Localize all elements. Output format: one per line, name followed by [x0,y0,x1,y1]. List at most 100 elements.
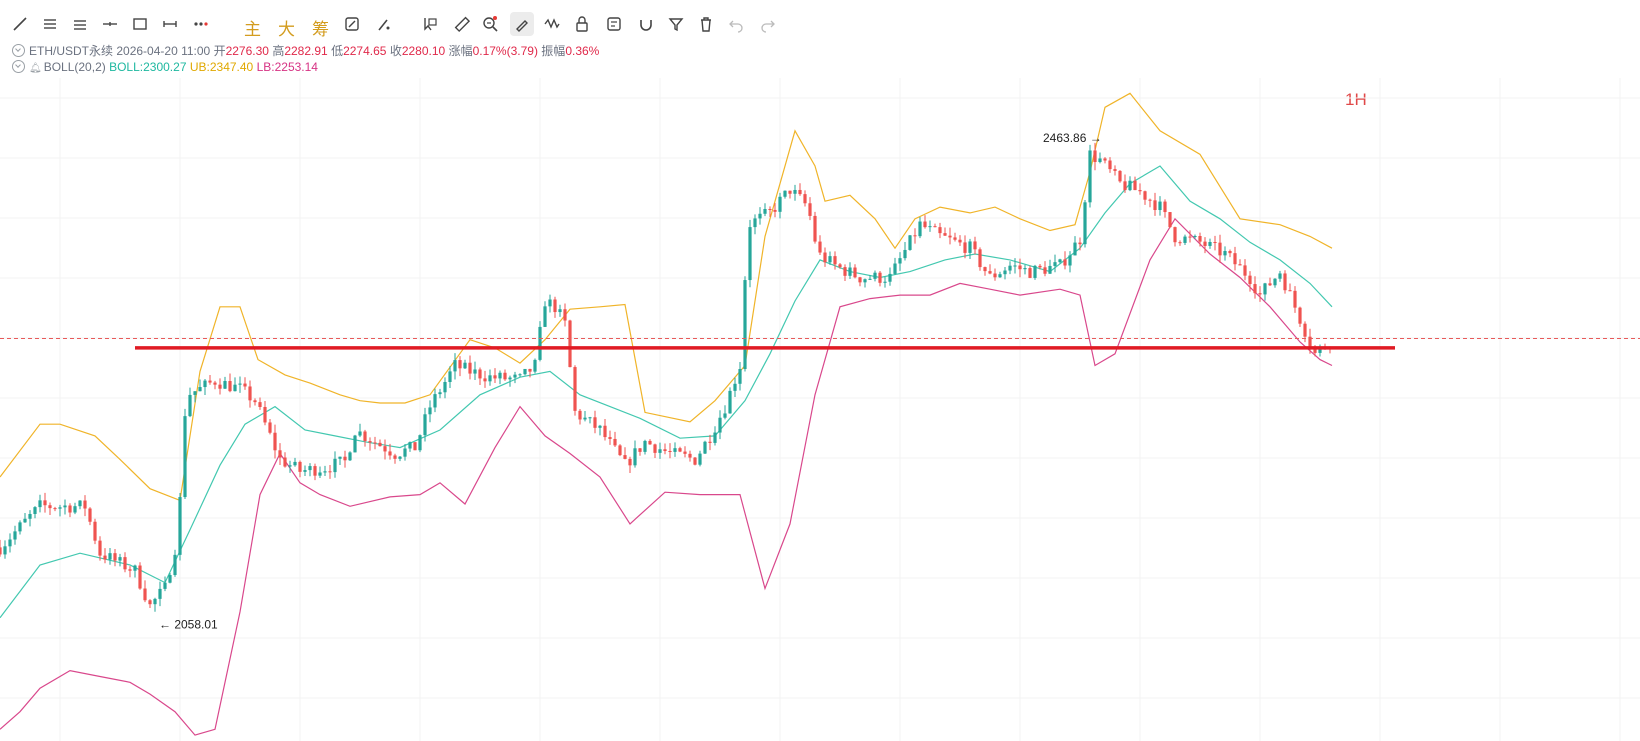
zoom-icon[interactable] [478,12,502,36]
redo-icon[interactable] [756,12,780,36]
candle-body [1088,150,1092,203]
candle-body [373,442,377,444]
candle-body [613,438,617,446]
candle-body [1278,273,1282,279]
candle-body [983,267,987,272]
brush-icon[interactable] [372,12,396,36]
candle-body [793,189,797,194]
parallel-lines-icon[interactable] [68,12,92,36]
candle-body [1243,265,1247,276]
candle-body [103,555,107,560]
candle-body [98,540,102,556]
candle-body [48,505,52,509]
candle-body [163,582,167,589]
candle-body [873,272,877,279]
candle-body [1098,158,1102,163]
pattern-icon[interactable] [540,12,564,36]
trend-line-icon[interactable] [8,12,32,36]
candle-body [673,448,677,452]
low-label: 低 [331,44,344,58]
range-icon[interactable] [158,12,182,36]
candle-body [758,213,762,219]
candle-body [518,374,522,376]
select-cursor-icon[interactable] [418,12,442,36]
candle-body [1038,265,1042,268]
candle-body [808,203,812,216]
candle-body [1048,265,1052,274]
amplitude-label: 振幅 [541,44,566,58]
high-label: 高 [272,44,285,58]
candle-body [1078,242,1082,245]
horizontal-lines-icon[interactable] [38,12,62,36]
candle-body [838,264,842,268]
candle-body [563,309,567,321]
candle-body [263,406,267,423]
candle-body [1233,253,1237,265]
low-value: 2274.65 [343,44,387,58]
screenshot-icon[interactable] [340,12,364,36]
candle-body [1293,290,1297,308]
candle-body [328,471,332,473]
candle-body [363,431,367,442]
candle-body [0,547,2,555]
template-icon[interactable] [602,12,626,36]
candle-body [223,381,227,389]
candle-body [88,508,92,522]
candle-body [38,500,42,508]
candle-body [1113,169,1117,171]
more-dots-icon[interactable] [190,12,214,36]
high-price-label: 2463.86 → [1043,131,1102,145]
candle-body [1303,323,1307,337]
candle-body [1183,236,1187,243]
delete-icon[interactable] [694,12,718,36]
candle-body [168,575,172,583]
candle-body [953,237,957,240]
open-label: 开 [213,44,226,58]
candle-body [1063,259,1067,266]
filter-icon[interactable] [664,12,688,36]
candle-body [283,457,287,467]
candle-body [963,242,967,253]
candle-body [638,448,642,452]
candle-body [433,394,437,408]
candle-body [343,456,347,461]
candle-body [848,267,852,276]
candle-body [23,518,27,523]
candle-body [778,196,782,212]
candle-body [703,441,707,454]
boll-upper-value: UB:2347.40 [189,60,254,74]
chinese-chips-label[interactable]: 筹 [312,15,329,40]
candle-body [833,256,837,265]
candle-body [158,588,162,599]
collapse-toggle-icon[interactable] [12,60,25,73]
candle-body [868,278,872,280]
pen-edit-icon[interactable] [510,12,534,36]
candle-body [978,249,982,268]
candle-body [1138,190,1142,192]
candle-body [1218,242,1222,256]
candle-body [483,378,487,382]
undo-icon[interactable] [724,12,748,36]
candle-body [608,437,612,439]
collapse-toggle-icon[interactable] [12,44,25,57]
candle-body [368,441,372,443]
magnet-icon[interactable] [634,12,658,36]
candle-body [428,407,432,415]
candle-body [313,466,317,476]
rectangle-icon[interactable] [128,12,152,36]
candle-body [228,381,232,392]
candle-body [498,372,502,379]
open-value: 2276.30 [225,44,269,58]
price-chart[interactable]: 2463.86 → ← 2058.01 [0,78,1640,741]
chinese-main-label[interactable]: 主 [244,15,261,40]
ruler-icon[interactable] [450,12,474,36]
candle-body [1263,283,1267,295]
candle-body [603,425,607,438]
chinese-big-label[interactable]: 大 [278,15,295,40]
candle-body [1173,227,1177,243]
boll-indicator-name: BOLL(20,2) [43,60,106,74]
cross-line-icon[interactable] [98,12,122,36]
lock-icon[interactable] [570,12,594,36]
bell-icon[interactable]: 🔔︎ [29,63,42,74]
candle-body [628,458,632,466]
